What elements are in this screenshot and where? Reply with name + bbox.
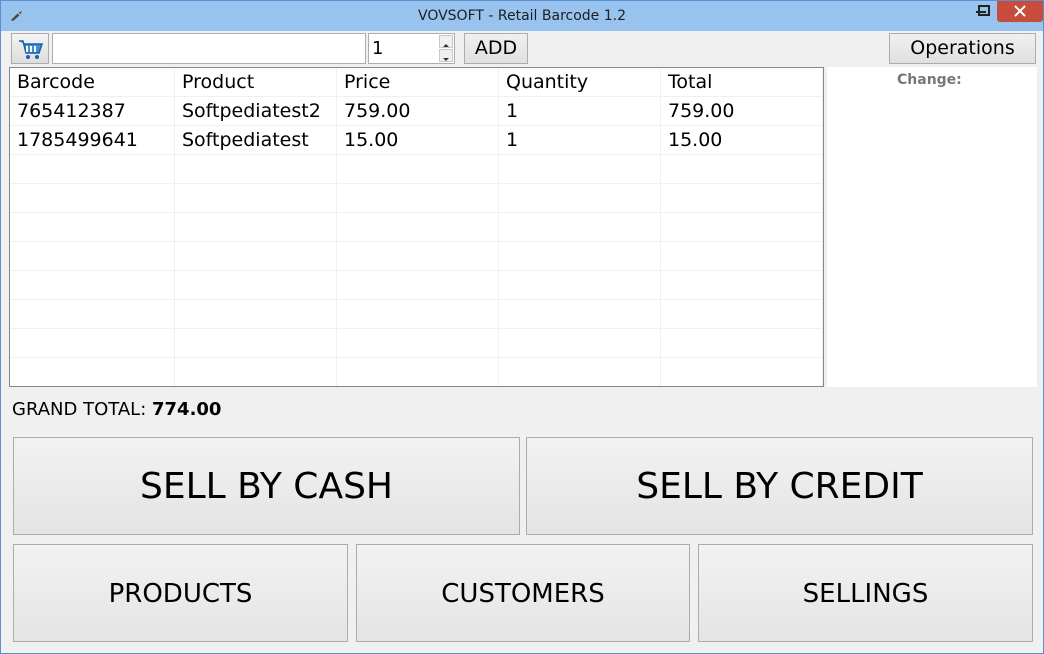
cell-quantity[interactable]: 1: [499, 97, 661, 126]
cell-price[interactable]: 15.00: [337, 126, 499, 155]
table-row-empty[interactable]: [10, 329, 823, 358]
cell-empty[interactable]: [10, 242, 175, 271]
grand-total: GRAND TOTAL: 774.00: [12, 399, 221, 420]
main-area: 1 ADD Operations Barcode Product Price Q…: [9, 31, 1037, 647]
table-header: Barcode Product Price Quantity Total: [10, 68, 823, 97]
table-row-empty[interactable]: [10, 242, 823, 271]
customers-button[interactable]: CUSTOMERS: [356, 544, 690, 642]
window-title: VOVSOFT - Retail Barcode 1.2: [417, 8, 627, 24]
maximize-icon: [978, 5, 990, 16]
barcode-input[interactable]: [52, 33, 366, 64]
grand-total-value: 774.00: [152, 399, 222, 420]
arrow-down-icon: [443, 58, 449, 61]
close-icon: [1014, 5, 1026, 17]
cell-empty[interactable]: [661, 329, 823, 358]
cell-empty[interactable]: [175, 155, 337, 184]
cell-barcode[interactable]: 1785499641: [10, 126, 175, 155]
table-row[interactable]: 765412387 Softpediatest2 759.00 1 759.00: [10, 97, 823, 126]
table-row-empty[interactable]: [10, 300, 823, 329]
quantity-value[interactable]: 1: [372, 38, 383, 59]
cell-total[interactable]: 15.00: [661, 126, 823, 155]
cell-empty[interactable]: [337, 155, 499, 184]
cell-empty[interactable]: [10, 213, 175, 242]
cell-empty[interactable]: [10, 300, 175, 329]
add-button[interactable]: ADD: [464, 33, 528, 64]
cell-empty[interactable]: [499, 242, 661, 271]
cell-empty[interactable]: [337, 300, 499, 329]
cell-empty[interactable]: [499, 300, 661, 329]
cell-empty[interactable]: [175, 358, 337, 386]
table-row-empty[interactable]: [10, 155, 823, 184]
cell-empty[interactable]: [10, 184, 175, 213]
cell-empty[interactable]: [337, 184, 499, 213]
cell-empty[interactable]: [10, 155, 175, 184]
cell-empty[interactable]: [661, 358, 823, 386]
cell-empty[interactable]: [499, 329, 661, 358]
cell-empty[interactable]: [499, 358, 661, 386]
cell-empty[interactable]: [337, 358, 499, 386]
cell-empty[interactable]: [337, 271, 499, 300]
cell-empty[interactable]: [661, 300, 823, 329]
table-row-empty[interactable]: [10, 271, 823, 300]
cell-empty[interactable]: [337, 242, 499, 271]
cell-empty[interactable]: [661, 271, 823, 300]
cell-empty[interactable]: [337, 213, 499, 242]
cell-product[interactable]: Softpediatest2: [175, 97, 337, 126]
app-window: VOVSOFT - Retail Barcode 1.2 1 ADD Opera…: [0, 0, 1044, 654]
table-row[interactable]: 1785499641 Softpediatest 15.00 1 15.00: [10, 126, 823, 155]
operations-button[interactable]: Operations: [889, 33, 1036, 64]
close-button[interactable]: [997, 1, 1043, 22]
cell-empty[interactable]: [661, 155, 823, 184]
sellings-button[interactable]: SELLINGS: [698, 544, 1033, 642]
quantity-up-button[interactable]: [439, 35, 453, 48]
items-table[interactable]: Barcode Product Price Quantity Total 765…: [9, 67, 824, 387]
table-row-empty[interactable]: [10, 184, 823, 213]
cell-empty[interactable]: [661, 213, 823, 242]
cell-empty[interactable]: [175, 329, 337, 358]
column-header-barcode[interactable]: Barcode: [10, 68, 175, 97]
change-label: Change:: [897, 72, 962, 88]
sell-by-credit-button[interactable]: SELL BY CREDIT: [526, 437, 1033, 535]
cart-button[interactable]: [11, 33, 49, 64]
cell-quantity[interactable]: 1: [499, 126, 661, 155]
cell-empty[interactable]: [10, 271, 175, 300]
maximize-button[interactable]: [971, 1, 997, 22]
cell-empty[interactable]: [661, 184, 823, 213]
cell-barcode[interactable]: 765412387: [10, 97, 175, 126]
cell-empty[interactable]: [175, 242, 337, 271]
cell-empty[interactable]: [175, 271, 337, 300]
change-panel: Change:: [827, 67, 1037, 387]
column-header-price[interactable]: Price: [337, 68, 499, 97]
products-button[interactable]: PRODUCTS: [13, 544, 348, 642]
column-header-quantity[interactable]: Quantity: [499, 68, 661, 97]
cell-empty[interactable]: [499, 155, 661, 184]
cell-total[interactable]: 759.00: [661, 97, 823, 126]
cell-product[interactable]: Softpediatest: [175, 126, 337, 155]
cell-empty[interactable]: [499, 184, 661, 213]
table-row-empty[interactable]: [10, 213, 823, 242]
grand-total-label: GRAND TOTAL:: [12, 399, 147, 420]
cell-price[interactable]: 759.00: [337, 97, 499, 126]
quantity-down-button[interactable]: [439, 49, 453, 62]
column-header-total[interactable]: Total: [661, 68, 823, 97]
cell-empty[interactable]: [10, 329, 175, 358]
sell-by-cash-button[interactable]: SELL BY CASH: [13, 437, 520, 535]
cell-empty[interactable]: [499, 213, 661, 242]
cell-empty[interactable]: [661, 242, 823, 271]
cell-empty[interactable]: [337, 329, 499, 358]
cell-empty[interactable]: [175, 300, 337, 329]
cell-empty[interactable]: [499, 271, 661, 300]
shopping-cart-icon: [19, 40, 44, 59]
cell-empty[interactable]: [10, 358, 175, 386]
cell-empty[interactable]: [175, 184, 337, 213]
title-bar[interactable]: VOVSOFT - Retail Barcode 1.2: [1, 1, 1043, 31]
column-header-product[interactable]: Product: [175, 68, 337, 97]
cell-empty[interactable]: [175, 213, 337, 242]
table-row-empty[interactable]: [10, 358, 823, 386]
quantity-stepper[interactable]: 1: [368, 33, 455, 64]
